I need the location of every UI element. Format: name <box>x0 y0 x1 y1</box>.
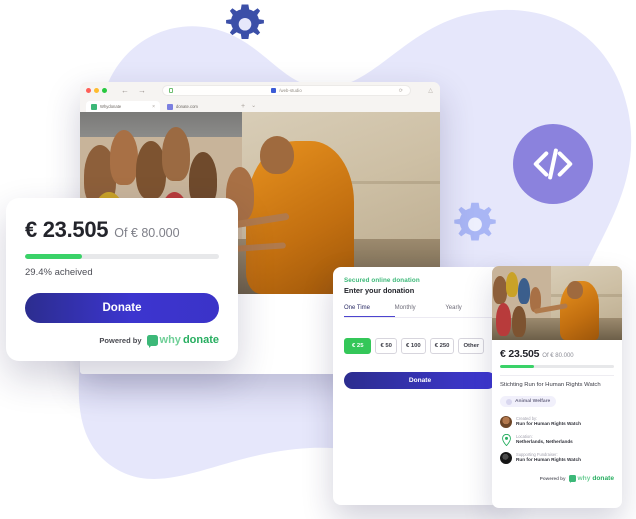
location-pin-icon <box>500 433 512 446</box>
window-controls[interactable] <box>86 88 107 93</box>
meta-value: Netherlands, Netherlands <box>516 439 573 445</box>
campaign-progress-bar-fill <box>500 365 534 369</box>
meta-row-created-by: Created by: Run for Human Rights Watch <box>500 415 614 428</box>
tab-favicon-icon <box>91 103 97 110</box>
tab-yearly[interactable]: Yearly <box>445 305 496 317</box>
divider <box>500 375 614 377</box>
campaign-amount-goal: Of € 80.000 <box>542 353 574 359</box>
tab-one-time[interactable]: One Time <box>344 305 395 317</box>
forward-icon[interactable]: → <box>138 86 146 95</box>
secured-label: Secured online donation <box>344 277 420 284</box>
campaign-title: Stichting Run for Human Rights Watch <box>500 382 601 389</box>
hero-illustration: ← → /web-studio ⟳ △ Whydonate × donate.c… <box>0 0 636 519</box>
tab-label: donate.com <box>176 104 198 109</box>
powered-by: Powered by why donate <box>25 334 219 348</box>
avatar-person-icon <box>500 415 512 428</box>
site-favicon-icon <box>271 88 277 93</box>
brand-donate: donate <box>182 334 219 346</box>
browser-tab[interactable]: Whydonate × <box>86 101 160 112</box>
browser-tab[interactable]: donate.com <box>162 101 236 112</box>
form-title: Enter your donation <box>344 286 415 295</box>
avatar-org-icon <box>500 451 512 464</box>
progress-bar-fill <box>25 254 83 259</box>
powered-by-label: Powered by <box>99 335 142 345</box>
address-bar[interactable]: /web-studio ⟳ <box>162 85 411 96</box>
campaign-card: € 23.505 Of € 80.000 Stichting Run for H… <box>492 266 622 508</box>
reload-icon[interactable]: ⟳ <box>399 88 403 94</box>
new-tab-icon[interactable]: + <box>238 101 245 112</box>
campaign-powered-by: Powered by why donate <box>500 474 614 484</box>
meta-value: Run for Human Rights Watch <box>516 421 581 427</box>
tab-favicon-icon <box>167 103 173 110</box>
progress-card: € 23.505 Of € 80.000 29.4% acheived Dona… <box>6 198 238 361</box>
donate-button[interactable]: Donate <box>25 293 219 323</box>
campaign-progress-bar <box>500 365 614 369</box>
browser-tab-strip: Whydonate × donate.com + ⌄ <box>80 99 440 112</box>
meta-row-supporting-fundraiser: Supporting Fundraiser: Run for Human Rig… <box>500 451 614 464</box>
tab-close-icon[interactable]: × <box>152 104 155 110</box>
back-icon[interactable]: ← <box>121 86 129 95</box>
amount-raised: € 23.505 <box>25 217 109 242</box>
profile-icon[interactable]: △ <box>427 87 434 94</box>
brand-why: why <box>159 334 181 346</box>
close-icon[interactable] <box>86 88 91 93</box>
brand-donate: donate <box>592 474 614 482</box>
amount-option-100[interactable]: € 100 <box>400 338 426 354</box>
gear-icon <box>224 2 266 44</box>
progress-percent-label: 29.4% acheived <box>25 267 93 278</box>
amount-goal: Of € 80.000 <box>114 226 180 240</box>
amount-option-other[interactable]: Other <box>458 338 485 354</box>
amount-option-25[interactable]: € 25 <box>344 338 372 354</box>
donation-form-panel: Secured online donation Enter your donat… <box>333 267 507 505</box>
campaign-amount-raised: € 23.505 <box>500 348 540 360</box>
paw-icon <box>506 398 512 405</box>
amount-options: € 25 € 50 € 100 € 250 Other <box>344 338 496 354</box>
campaign-card-photo <box>492 266 622 340</box>
amount-option-50[interactable]: € 50 <box>375 338 397 354</box>
category-badge-label: Animal Welfare <box>515 399 551 405</box>
maximize-icon[interactable] <box>102 88 107 93</box>
code-badge-icon <box>513 124 593 204</box>
amount-line: € 23.505 Of € 80.000 <box>25 217 219 243</box>
browser-toolbar: ← → /web-studio ⟳ △ <box>80 82 440 99</box>
tab-monthly[interactable]: Monthly <box>395 305 446 317</box>
campaign-amount-line: € 23.505 Of € 80.000 <box>500 348 614 360</box>
tab-label: Whydonate <box>100 104 122 109</box>
tab-menu-icon[interactable]: ⌄ <box>247 101 256 112</box>
lock-icon <box>169 88 173 93</box>
amount-option-250[interactable]: € 250 <box>429 338 455 354</box>
meta-row-location: Location: Netherlands, Netherlands <box>500 433 614 446</box>
gear-icon <box>452 200 498 246</box>
frequency-tabs: One Time Monthly Yearly <box>344 305 496 318</box>
form-donate-button[interactable]: Donate <box>344 372 496 389</box>
whydonate-logo: why donate <box>146 334 219 348</box>
brand-why: why <box>577 474 591 482</box>
url-text: /web-studio <box>279 88 302 93</box>
progress-bar <box>25 254 219 259</box>
whydonate-logo: why donate <box>568 474 614 484</box>
speech-bubble-icon <box>146 334 158 348</box>
speech-bubble-icon <box>568 474 576 484</box>
meta-value: Run for Human Rights Watch <box>516 457 581 463</box>
powered-by-label: Powered by <box>539 475 566 481</box>
minimize-icon[interactable] <box>94 88 99 93</box>
category-badge: Animal Welfare <box>500 396 557 408</box>
